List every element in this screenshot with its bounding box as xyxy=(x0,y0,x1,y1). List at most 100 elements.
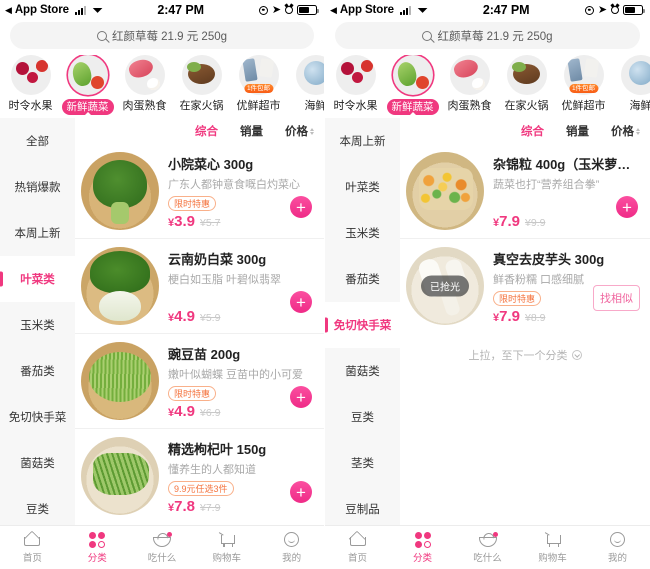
chevron-down-icon xyxy=(571,350,582,360)
product-list-item[interactable]: 云南奶白菜 300g 梗白如玉脂 叶碧似翡翠 ¥4.9 ¥5.9 + xyxy=(75,238,324,333)
sidebar-item-beans[interactable]: 豆类 xyxy=(325,394,400,440)
product-list-item[interactable]: 小院菜心 300g 广东人都钟意食嘅白灼菜心 限时特惠 ¥3.9 ¥5.7 + xyxy=(75,144,324,238)
tab-home[interactable]: 首页 xyxy=(0,526,65,569)
home-icon xyxy=(24,531,41,548)
product-list-item[interactable]: 杂锦粒 400g（玉米萝… 蔬菜也打“营养组合拳” ¥7.9 ¥9.9 + xyxy=(400,144,650,238)
status-back-label[interactable]: App Store xyxy=(15,4,69,16)
product-title: 真空去皮芋头 300g xyxy=(493,252,605,267)
product-price: ¥4.9 xyxy=(168,403,195,420)
product-description: 梗白如玉脂 叶碧似翡翠 xyxy=(168,274,282,286)
add-to-cart-button[interactable]: + xyxy=(290,291,312,313)
sidebar-item-label: 菌菇类 xyxy=(20,458,55,470)
sidebar-item-soy-products[interactable]: 豆制品 xyxy=(325,486,400,525)
top-category-item-vegetables[interactable]: 新鲜蔬菜 xyxy=(59,55,116,118)
tab-what-to-eat[interactable]: 吃什么 xyxy=(455,526,520,569)
top-category-item-meat[interactable]: 肉蛋熟食 xyxy=(116,55,173,118)
sidebar-item-tomato[interactable]: 番茄类 xyxy=(325,256,400,302)
search-icon xyxy=(96,30,107,41)
sidebar-item-label: 玉米类 xyxy=(20,320,55,332)
sidebar-item-corn[interactable]: 玉米类 xyxy=(325,210,400,256)
top-category-item-fruit[interactable]: 时令水果 xyxy=(2,55,59,118)
sidebar-item-ready-to-cook[interactable]: 免切快手菜 xyxy=(0,394,75,440)
add-to-cart-button[interactable]: + xyxy=(290,481,312,503)
product-info: 豌豆苗 200g 嫩叶似蝴蝶 豆苗中的小可爱 限时特惠 ¥4.9 ¥6.9 xyxy=(168,342,314,420)
back-triangle-icon[interactable]: ◀ xyxy=(330,5,337,15)
product-info: 杂锦粒 400g（玉米萝… 蔬菜也打“营养组合拳” ¥7.9 ¥9.9 xyxy=(493,152,640,230)
cellular-signal-icon xyxy=(74,5,86,15)
sidebar-item-ready-to-cook[interactable]: 免切快手菜 xyxy=(325,302,400,348)
product-list-item[interactable]: 已抢光 真空去皮芋头 300g 鲜香粉糯 口感细腻 限时特惠 ¥7.9 ¥8.9… xyxy=(400,238,650,333)
content-area: 全部 热销爆款 本周上新 叶菜类 玉米类 番茄类 免切快手菜 菌菇类 豆类 茎类… xyxy=(0,118,324,525)
sidebar-item-mushroom[interactable]: 菌菇类 xyxy=(0,440,75,486)
product-price: ¥7.9 xyxy=(493,213,520,230)
sort-tab-price[interactable]: 价格 xyxy=(611,123,640,139)
product-price-row: ¥7.8 ¥7.9 xyxy=(168,498,314,515)
battery-icon xyxy=(297,5,319,15)
category-sidebar[interactable]: 本周上新 叶菜类 玉米类 番茄类 免切快手菜 菌菇类 豆类 茎类 豆制品 xyxy=(325,118,400,525)
sidebar-item-leafy-greens[interactable]: 叶菜类 xyxy=(0,256,75,302)
sort-tab-price[interactable]: 价格 xyxy=(285,123,314,139)
sort-bar: 综合 销量 价格 xyxy=(400,118,650,144)
top-category-item-supermarket[interactable]: 1件包邮 优鲜超市 xyxy=(230,55,287,118)
search-input[interactable]: 红颜草莓 21.9 元 250g xyxy=(335,22,640,49)
top-category-item-fruit[interactable]: 时令水果 xyxy=(327,55,384,118)
tab-cart[interactable]: 购物车 xyxy=(520,526,585,569)
category-sidebar[interactable]: 全部 热销爆款 本周上新 叶菜类 玉米类 番茄类 免切快手菜 菌菇类 豆类 茎类 xyxy=(0,118,75,525)
top-category-label: 在家火锅 xyxy=(504,100,549,112)
sidebar-item-beans[interactable]: 豆类 xyxy=(0,486,75,525)
sidebar-item-label: 玉米类 xyxy=(345,228,380,240)
sort-tab-comprehensive[interactable]: 综合 xyxy=(195,123,218,139)
product-list[interactable]: 杂锦粒 400g（玉米萝… 蔬菜也打“营养组合拳” ¥7.9 ¥9.9 + 已抢… xyxy=(400,144,650,525)
top-category-strip: 时令水果 新鲜蔬菜 肉蛋熟食 在家火锅 1件包邮 优鲜超市 xyxy=(325,55,650,118)
product-panel: 综合 销量 价格 杂锦粒 400g（玉米萝… 蔬菜也打“营养组合拳” ¥7.9 … xyxy=(400,118,650,525)
top-category-item-vegetables[interactable]: 新鲜蔬菜 xyxy=(384,55,441,118)
tab-home[interactable]: 首页 xyxy=(325,526,390,569)
status-back-label[interactable]: App Store xyxy=(340,4,394,16)
sidebar-item-mushroom[interactable]: 菌菇类 xyxy=(325,348,400,394)
tab-profile[interactable]: 我的 xyxy=(585,526,650,569)
sort-tab-sales[interactable]: 销量 xyxy=(566,123,589,139)
sidebar-item-leafy-greens[interactable]: 叶菜类 xyxy=(325,164,400,210)
sidebar-item-corn[interactable]: 玉米类 xyxy=(0,302,75,348)
product-title: 杂锦粒 400g（玉米萝… xyxy=(493,157,631,172)
meat-egg-icon xyxy=(449,55,490,95)
tab-cart[interactable]: 购物车 xyxy=(194,526,259,569)
top-category-item-seafood[interactable]: 海鲜 xyxy=(287,55,324,118)
top-category-item-hotpot[interactable]: 在家火锅 xyxy=(498,55,555,118)
top-category-item-seafood[interactable]: 海鲜 xyxy=(612,55,650,118)
sort-tab-label: 综合 xyxy=(195,126,218,138)
sidebar-item-label: 豆类 xyxy=(26,504,49,516)
tab-profile[interactable]: 我的 xyxy=(259,526,324,569)
product-title: 小院菜心 300g xyxy=(168,157,254,172)
product-list[interactable]: 小院菜心 300g 广东人都钟意食嘅白灼菜心 限时特惠 ¥3.9 ¥5.7 + xyxy=(75,144,324,525)
top-category-item-supermarket[interactable]: 1件包邮 优鲜超市 xyxy=(555,55,612,118)
product-list-item[interactable]: 精选枸杞叶 150g 懂养生的人都知道 9.9元任选3件 ¥7.8 ¥7.9 + xyxy=(75,428,324,523)
top-category-item-hotpot[interactable]: 在家火锅 xyxy=(173,55,230,118)
add-to-cart-button[interactable]: + xyxy=(290,386,312,408)
sidebar-item-tomato[interactable]: 番茄类 xyxy=(0,348,75,394)
sort-tab-comprehensive[interactable]: 综合 xyxy=(521,123,544,139)
back-triangle-icon[interactable]: ◀ xyxy=(5,5,12,15)
add-to-cart-button[interactable]: + xyxy=(616,196,638,218)
product-price-value: 7.9 xyxy=(499,213,520,230)
find-similar-button[interactable]: 找相似 xyxy=(593,285,640,311)
sidebar-item-new-this-week[interactable]: 本周上新 xyxy=(325,118,400,164)
search-icon xyxy=(422,30,433,41)
add-to-cart-button[interactable]: + xyxy=(290,196,312,218)
sidebar-item-new-this-week[interactable]: 本周上新 xyxy=(0,210,75,256)
search-input[interactable]: 红颜草莓 21.9 元 250g xyxy=(10,22,314,49)
product-price-value: 3.9 xyxy=(174,213,195,230)
status-bar: ◀ App Store ⏷ 2:47 PM ➤ xyxy=(325,0,650,20)
product-list-item[interactable]: 豌豆苗 200g 嫩叶似蝴蝶 豆苗中的小可爱 限时特惠 ¥4.9 ¥6.9 + xyxy=(75,333,324,428)
product-info: 精选枸杞叶 150g 懂养生的人都知道 9.9元任选3件 ¥7.8 ¥7.9 xyxy=(168,437,314,515)
tab-categories[interactable]: 分类 xyxy=(390,526,455,569)
product-title: 豌豆苗 200g xyxy=(168,347,241,362)
sidebar-item-hot[interactable]: 热销爆款 xyxy=(0,164,75,210)
meat-egg-icon xyxy=(124,55,165,95)
top-category-item-meat[interactable]: 肉蛋熟食 xyxy=(441,55,498,118)
tab-what-to-eat[interactable]: 吃什么 xyxy=(130,526,195,569)
tab-categories[interactable]: 分类 xyxy=(65,526,130,569)
sidebar-item-stems[interactable]: 茎类 xyxy=(325,440,400,486)
sidebar-item-all[interactable]: 全部 xyxy=(0,118,75,164)
sort-tab-sales[interactable]: 销量 xyxy=(240,123,263,139)
